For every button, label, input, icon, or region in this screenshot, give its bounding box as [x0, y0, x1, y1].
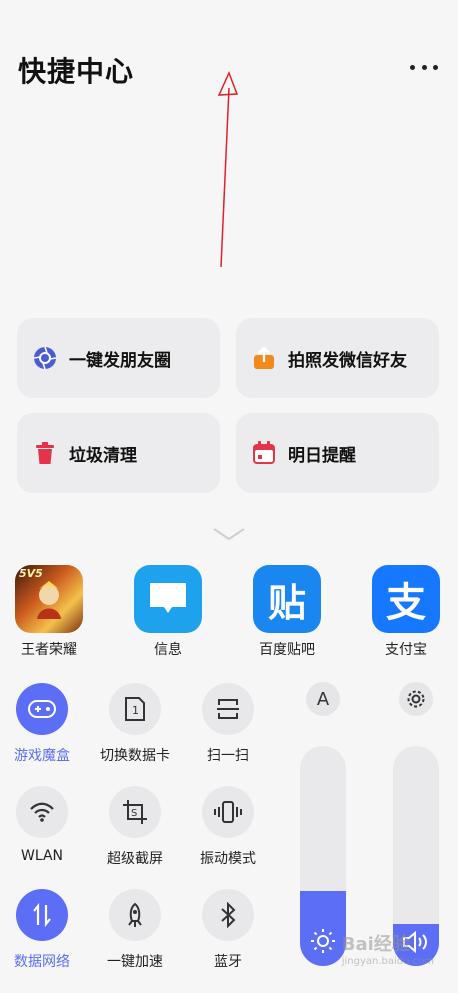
- toggle-label: 切换数据卡: [100, 748, 170, 764]
- app-badge: 5V5: [19, 567, 43, 580]
- shortcut-label: 一键发朋友圈: [69, 350, 171, 371]
- sim-card-icon: 1: [109, 683, 161, 735]
- toggle-super-screenshot[interactable]: S 超级截屏: [85, 786, 185, 868]
- vibrate-icon: [202, 786, 254, 838]
- upload-icon: [252, 346, 276, 370]
- toggle-vibration[interactable]: 振动模式: [178, 786, 278, 868]
- messages-icon: [134, 565, 202, 633]
- shortcut-label: 明日提醒: [288, 445, 356, 466]
- toggle-label: 游戏魔盒: [14, 748, 70, 764]
- app-label: 百度贴吧: [259, 642, 315, 658]
- gamepad-icon: [16, 683, 68, 735]
- svg-text:S: S: [131, 808, 137, 819]
- toggle-label: 振动模式: [200, 851, 256, 867]
- trash-icon: [33, 441, 57, 465]
- gear-icon[interactable]: [399, 682, 433, 716]
- mobile-data-icon: [16, 889, 68, 941]
- toggle-label: 超级截屏: [107, 851, 163, 867]
- app-alipay[interactable]: 支 支付宝: [360, 565, 452, 659]
- app-messages[interactable]: 信息: [122, 565, 214, 659]
- wifi-icon: [16, 786, 68, 838]
- shortcut-clean-card[interactable]: 垃圾清理: [17, 413, 220, 493]
- honor-of-kings-icon: 5V5: [15, 565, 83, 633]
- app-baidu-tieba[interactable]: 贴 百度贴吧: [241, 565, 333, 659]
- auto-brightness-button[interactable]: A: [306, 682, 340, 716]
- shortcut-label: 垃圾清理: [69, 445, 137, 466]
- brightness-slider[interactable]: [300, 746, 346, 966]
- svg-text:1: 1: [132, 704, 139, 717]
- toggle-scan[interactable]: 扫一扫: [178, 683, 278, 765]
- watermark: Bai经验 jingyan.baidu.com: [341, 934, 434, 967]
- toggle-switch-sim[interactable]: 1 切换数据卡: [85, 683, 185, 765]
- shortcut-photo-wechat-card[interactable]: 拍照发微信好友: [236, 318, 439, 398]
- toggle-label: 蓝牙: [214, 954, 242, 970]
- scan-icon: [202, 683, 254, 735]
- app-label: 王者荣耀: [21, 642, 77, 658]
- toggle-label: 数据网络: [14, 954, 70, 970]
- shortcut-label: 拍照发微信好友: [288, 350, 407, 371]
- baidu-tieba-icon: 贴: [253, 565, 321, 633]
- toggle-wlan[interactable]: WLAN: [0, 786, 92, 864]
- camera-aperture-icon: [33, 346, 57, 370]
- app-label: 支付宝: [385, 642, 427, 658]
- toggle-label: 扫一扫: [207, 748, 249, 764]
- sun-icon: [300, 928, 346, 954]
- screenshot-crop-icon: S: [109, 786, 161, 838]
- chevron-down-icon[interactable]: [212, 527, 246, 541]
- rocket-icon: [109, 889, 161, 941]
- toggle-bluetooth[interactable]: 蓝牙: [178, 889, 278, 971]
- toggle-mobile-data[interactable]: 数据网络: [0, 889, 92, 971]
- alipay-icon: 支: [372, 565, 440, 633]
- calendar-icon: [252, 441, 276, 465]
- bluetooth-icon: [202, 889, 254, 941]
- app-honor-of-kings[interactable]: 5V5 王者荣耀: [3, 565, 95, 659]
- toggle-label: 一键加速: [107, 954, 163, 970]
- shortcut-moments-card[interactable]: 一键发朋友圈: [17, 318, 220, 398]
- toggle-boost[interactable]: 一键加速: [85, 889, 185, 971]
- shortcut-reminder-card[interactable]: 明日提醒: [236, 413, 439, 493]
- annotation-arrow: [217, 71, 239, 268]
- toggle-label: WLAN: [20, 848, 63, 864]
- app-label: 信息: [154, 642, 182, 658]
- toggle-game-box[interactable]: 游戏魔盒: [0, 683, 92, 765]
